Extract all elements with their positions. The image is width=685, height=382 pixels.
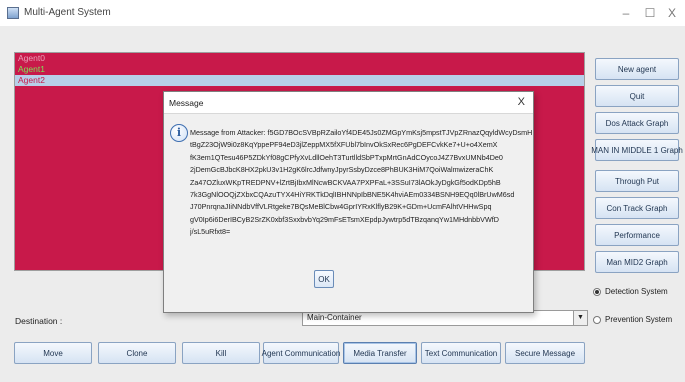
- dialog-title-bar: Message X: [164, 92, 533, 114]
- message-line: fK3em1QTesu46P5ZDkYf08gCPfyXvLdllOehT3Tu…: [190, 152, 503, 162]
- man-in-middle-graph-button[interactable]: MAN IN MIDDLE 1 Graph: [591, 139, 683, 161]
- text-communication-button[interactable]: Text Communication: [421, 342, 501, 364]
- dos-attack-graph-button[interactable]: Dos Attack Graph: [595, 112, 679, 134]
- message-line: Za47OZluxWKpTREDPNV+lZrtBjIbxMlNcwBCKVAA…: [190, 177, 501, 187]
- dialog-title: Message: [169, 98, 204, 108]
- quit-button[interactable]: Quit: [595, 85, 679, 107]
- close-button[interactable]: X: [664, 6, 680, 20]
- message-line: 7k3GgNlOOQjZXbxCQAzuTYX4HiYRKTkDqlIBHNNp…: [190, 190, 515, 200]
- app-icon: [7, 7, 19, 19]
- agent-communication-button[interactable]: Agent Communication: [262, 342, 340, 364]
- message-line: J70PnrqnaJIiNNdbVffVLRtgeke7BQsMeBlCbw4G…: [190, 202, 492, 212]
- info-icon: i: [170, 124, 188, 142]
- con-track-graph-button[interactable]: Con Track Graph: [595, 197, 679, 219]
- new-agent-button[interactable]: New agent: [595, 58, 679, 80]
- destination-label: Destination :: [15, 316, 63, 326]
- radio-unchecked-icon: [593, 315, 601, 324]
- message-line: j/sL5uRfxt8=: [190, 227, 231, 237]
- dialog-close-button[interactable]: X: [518, 96, 525, 108]
- message-line: Message from Attacker: f5GD7BOcSVBpRZail…: [190, 128, 532, 137]
- prevention-system-radio[interactable]: Prevention System: [593, 315, 672, 324]
- media-transfer-button[interactable]: Media Transfer: [343, 342, 417, 364]
- detection-system-radio[interactable]: Detection System: [593, 287, 668, 296]
- kill-button[interactable]: Kill: [182, 342, 260, 364]
- dialog-message: Message from Attacker: f5GD7BOcSVBpRZail…: [190, 127, 532, 239]
- radio-checked-icon: [593, 287, 601, 296]
- ok-button[interactable]: OK: [314, 270, 334, 288]
- agent-list-item[interactable]: Agent0: [15, 53, 584, 64]
- man-mid2-graph-button[interactable]: Man MID2 Graph: [595, 251, 679, 273]
- minimize-button[interactable]: –: [618, 6, 634, 20]
- message-dialog: Message X i Message from Attacker: f5GD7…: [163, 91, 534, 313]
- message-line: gV0Ip6i6DerIBCyB2SrZK0xbf3SxxbvbYq29mFsE…: [190, 214, 499, 224]
- move-button[interactable]: Move: [14, 342, 92, 364]
- throughput-button[interactable]: Through Put: [595, 170, 679, 192]
- secure-message-button[interactable]: Secure Message: [505, 342, 585, 364]
- dropdown-arrow-icon[interactable]: ▼: [573, 311, 587, 325]
- message-line: tBgZ23OjW9i0z8KqYppePF94eD3jlZeppMX5fXFU…: [190, 140, 498, 150]
- maximize-button[interactable]: ☐: [642, 6, 658, 20]
- performance-button[interactable]: Performance: [595, 224, 679, 246]
- detection-system-label: Detection System: [605, 287, 668, 296]
- agent-list-item[interactable]: Agent1: [15, 64, 584, 75]
- agent-list-item-selected[interactable]: Agent2: [15, 75, 584, 86]
- window-title: Multi-Agent System: [24, 7, 111, 18]
- prevention-system-label: Prevention System: [605, 315, 673, 324]
- destination-value: Main-Container: [307, 313, 362, 322]
- title-bar: Multi-Agent System – ☐ X: [0, 0, 685, 26]
- message-line: 2jDemGcBJbcK8HX2pkU3v1H2gK6lrcJdfwnyJpyr…: [190, 165, 494, 175]
- clone-button[interactable]: Clone: [98, 342, 176, 364]
